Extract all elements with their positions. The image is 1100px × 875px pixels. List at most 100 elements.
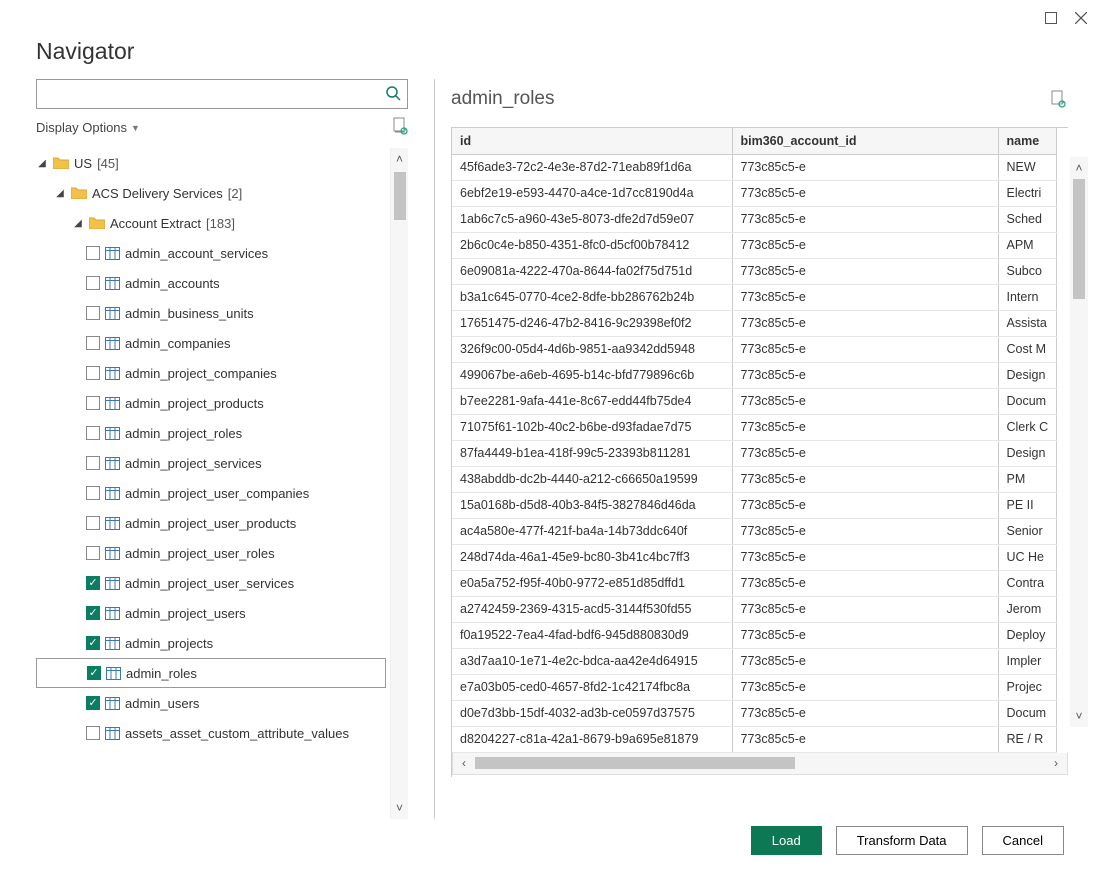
table-row[interactable]: f0a19522-7ea4-4fad-bdf6-945d880830d9773c…: [452, 622, 1057, 648]
table-cell: Design: [998, 440, 1057, 466]
load-button[interactable]: Load: [751, 826, 822, 855]
checkbox[interactable]: [86, 606, 100, 620]
checkbox[interactable]: [86, 636, 100, 650]
col-account[interactable]: bim360_account_id: [732, 128, 998, 154]
collapse-icon[interactable]: ◢: [54, 188, 66, 199]
scroll-up-icon[interactable]: ˄: [1070, 161, 1088, 175]
col-name[interactable]: name: [998, 128, 1057, 154]
table-row[interactable]: d0e7d3bb-15df-4032-ad3b-ce0597d37575773c…: [452, 700, 1057, 726]
scroll-right-icon[interactable]: ›: [1045, 756, 1067, 770]
tree-table-item[interactable]: admin_project_services: [36, 448, 386, 478]
scrollbar-thumb[interactable]: [394, 172, 406, 220]
tree-table-item[interactable]: admin_project_roles: [36, 418, 386, 448]
checkbox[interactable]: [86, 276, 100, 290]
search-input[interactable]: [43, 86, 385, 103]
checkbox[interactable]: [86, 456, 100, 470]
table-row[interactable]: 248d74da-46a1-45e9-bc80-3b41c4bc7ff3773c…: [452, 544, 1057, 570]
checkbox[interactable]: [86, 576, 100, 590]
checkbox[interactable]: [87, 666, 101, 680]
tree-table-item[interactable]: admin_roles: [36, 658, 386, 688]
tree-node-acs[interactable]: ◢ ACS Delivery Services [2]: [36, 178, 386, 208]
tree-label: ACS Delivery Services: [92, 186, 223, 201]
table-row[interactable]: a2742459-2369-4315-acd5-3144f530fd55773c…: [452, 596, 1057, 622]
display-options-dropdown[interactable]: Display Options ▼: [36, 120, 140, 135]
table-row[interactable]: e7a03b05-ced0-4657-8fd2-1c42174fbc8a773c…: [452, 674, 1057, 700]
checkbox[interactable]: [86, 306, 100, 320]
checkbox[interactable]: [86, 426, 100, 440]
tree-node-account-extract[interactable]: ◢ Account Extract [183]: [36, 208, 386, 238]
collapse-icon[interactable]: ◢: [72, 218, 84, 229]
table-row[interactable]: a3d7aa10-1e71-4e2c-bdca-aa42e4d64915773c…: [452, 648, 1057, 674]
preview-vscrollbar[interactable]: ˄ ˅: [1070, 157, 1088, 727]
tree-table-item[interactable]: admin_projects: [36, 628, 386, 658]
search-input-container[interactable]: [36, 79, 408, 109]
checkbox[interactable]: [86, 546, 100, 560]
vscroll-thumb[interactable]: [1073, 179, 1085, 299]
checkbox[interactable]: [86, 486, 100, 500]
tree-node-us[interactable]: ◢ US [45]: [36, 148, 386, 178]
table-row[interactable]: e0a5a752-f95f-40b0-9772-e851d85dffd1773c…: [452, 570, 1057, 596]
table-cell: PE II: [998, 492, 1057, 518]
table-row[interactable]: b7ee2281-9afa-441e-8c67-edd44fb75de4773c…: [452, 388, 1057, 414]
preview-refresh-icon[interactable]: [1050, 90, 1068, 108]
table-row[interactable]: 15a0168b-d5d8-40b3-84f5-3827846d46da773c…: [452, 492, 1057, 518]
close-icon[interactable]: [1074, 11, 1088, 25]
table-row[interactable]: 87fa4449-b1ea-418f-99c5-23393b811281773c…: [452, 440, 1057, 466]
tree-table-item[interactable]: admin_users: [36, 688, 386, 718]
checkbox[interactable]: [86, 336, 100, 350]
tree-table-item[interactable]: admin_project_user_companies: [36, 478, 386, 508]
transform-data-button[interactable]: Transform Data: [836, 826, 968, 855]
checkbox[interactable]: [86, 726, 100, 740]
scroll-down-icon[interactable]: ˅: [391, 801, 408, 815]
hscroll-thumb[interactable]: [475, 757, 795, 769]
search-icon[interactable]: [385, 85, 401, 104]
table-row[interactable]: 438abddb-dc2b-4440-a212-c66650a19599773c…: [452, 466, 1057, 492]
table-cell: 773c85c5-e: [732, 622, 998, 648]
cancel-button[interactable]: Cancel: [982, 826, 1064, 855]
checkbox[interactable]: [86, 516, 100, 530]
table-row[interactable]: ac4a580e-477f-421f-ba4a-14b73ddc640f773c…: [452, 518, 1057, 544]
scroll-up-icon[interactable]: ˄: [391, 152, 408, 166]
checkbox[interactable]: [86, 396, 100, 410]
table-row[interactable]: 2b6c0c4e-b850-4351-8fc0-d5cf00b78412773c…: [452, 232, 1057, 258]
tree-table-item[interactable]: admin_project_user_products: [36, 508, 386, 538]
scroll-down-icon[interactable]: ˅: [1070, 709, 1088, 723]
table-row[interactable]: 6ebf2e19-e593-4470-a4ce-1d7cc8190d4a773c…: [452, 180, 1057, 206]
table-icon: [105, 727, 120, 740]
scroll-left-icon[interactable]: ‹: [453, 756, 475, 770]
table-icon: [105, 397, 120, 410]
navigator-tree[interactable]: ◢ US [45] ◢: [36, 148, 390, 819]
tree-table-item[interactable]: admin_companies: [36, 328, 386, 358]
table-row[interactable]: b3a1c645-0770-4ce2-8dfe-bb286762b24b773c…: [452, 284, 1057, 310]
checkbox[interactable]: [86, 246, 100, 260]
table-cell: 45f6ade3-72c2-4e3e-87d2-71eab89f1d6a: [452, 154, 732, 180]
table-cell: 773c85c5-e: [732, 258, 998, 284]
checkbox[interactable]: [86, 366, 100, 380]
table-cell: Subco: [998, 258, 1057, 284]
checkbox[interactable]: [86, 696, 100, 710]
table-row[interactable]: 45f6ade3-72c2-4e3e-87d2-71eab89f1d6a773c…: [452, 154, 1057, 180]
tree-table-item[interactable]: admin_account_services: [36, 238, 386, 268]
table-row[interactable]: 326f9c00-05d4-4d6b-9851-aa9342dd5948773c…: [452, 336, 1057, 362]
tree-table-item[interactable]: admin_project_user_services: [36, 568, 386, 598]
tree-table-item[interactable]: admin_project_users: [36, 598, 386, 628]
tree-table-item[interactable]: admin_project_user_roles: [36, 538, 386, 568]
tree-scrollbar[interactable]: ˄ ˅: [390, 148, 408, 819]
table-row[interactable]: 71075f61-102b-40c2-b6be-d93fadae7d75773c…: [452, 414, 1057, 440]
table-row[interactable]: d8204227-c81a-42a1-8679-b9a695e81879773c…: [452, 726, 1057, 752]
maximize-icon[interactable]: [1044, 11, 1058, 25]
tree-table-item[interactable]: admin_business_units: [36, 298, 386, 328]
tree-table-item[interactable]: assets_asset_custom_attribute_values: [36, 718, 386, 748]
table-row[interactable]: 499067be-a6eb-4695-b14c-bfd779896c6b773c…: [452, 362, 1057, 388]
tree-table-item[interactable]: admin_accounts: [36, 268, 386, 298]
table-row[interactable]: 6e09081a-4222-470a-8644-fa02f75d751d773c…: [452, 258, 1057, 284]
table-row[interactable]: 1ab6c7c5-a960-43e5-8073-dfe2d7d59e07773c…: [452, 206, 1057, 232]
col-id[interactable]: id: [452, 128, 732, 154]
collapse-icon[interactable]: ◢: [36, 158, 48, 169]
preview-hscrollbar[interactable]: ‹ ›: [452, 753, 1068, 775]
refresh-icon[interactable]: [392, 117, 408, 138]
tree-table-item[interactable]: admin_project_companies: [36, 358, 386, 388]
tree-item-label: admin_project_user_roles: [125, 546, 275, 561]
tree-table-item[interactable]: admin_project_products: [36, 388, 386, 418]
table-row[interactable]: 17651475-d246-47b2-8416-9c29398ef0f2773c…: [452, 310, 1057, 336]
